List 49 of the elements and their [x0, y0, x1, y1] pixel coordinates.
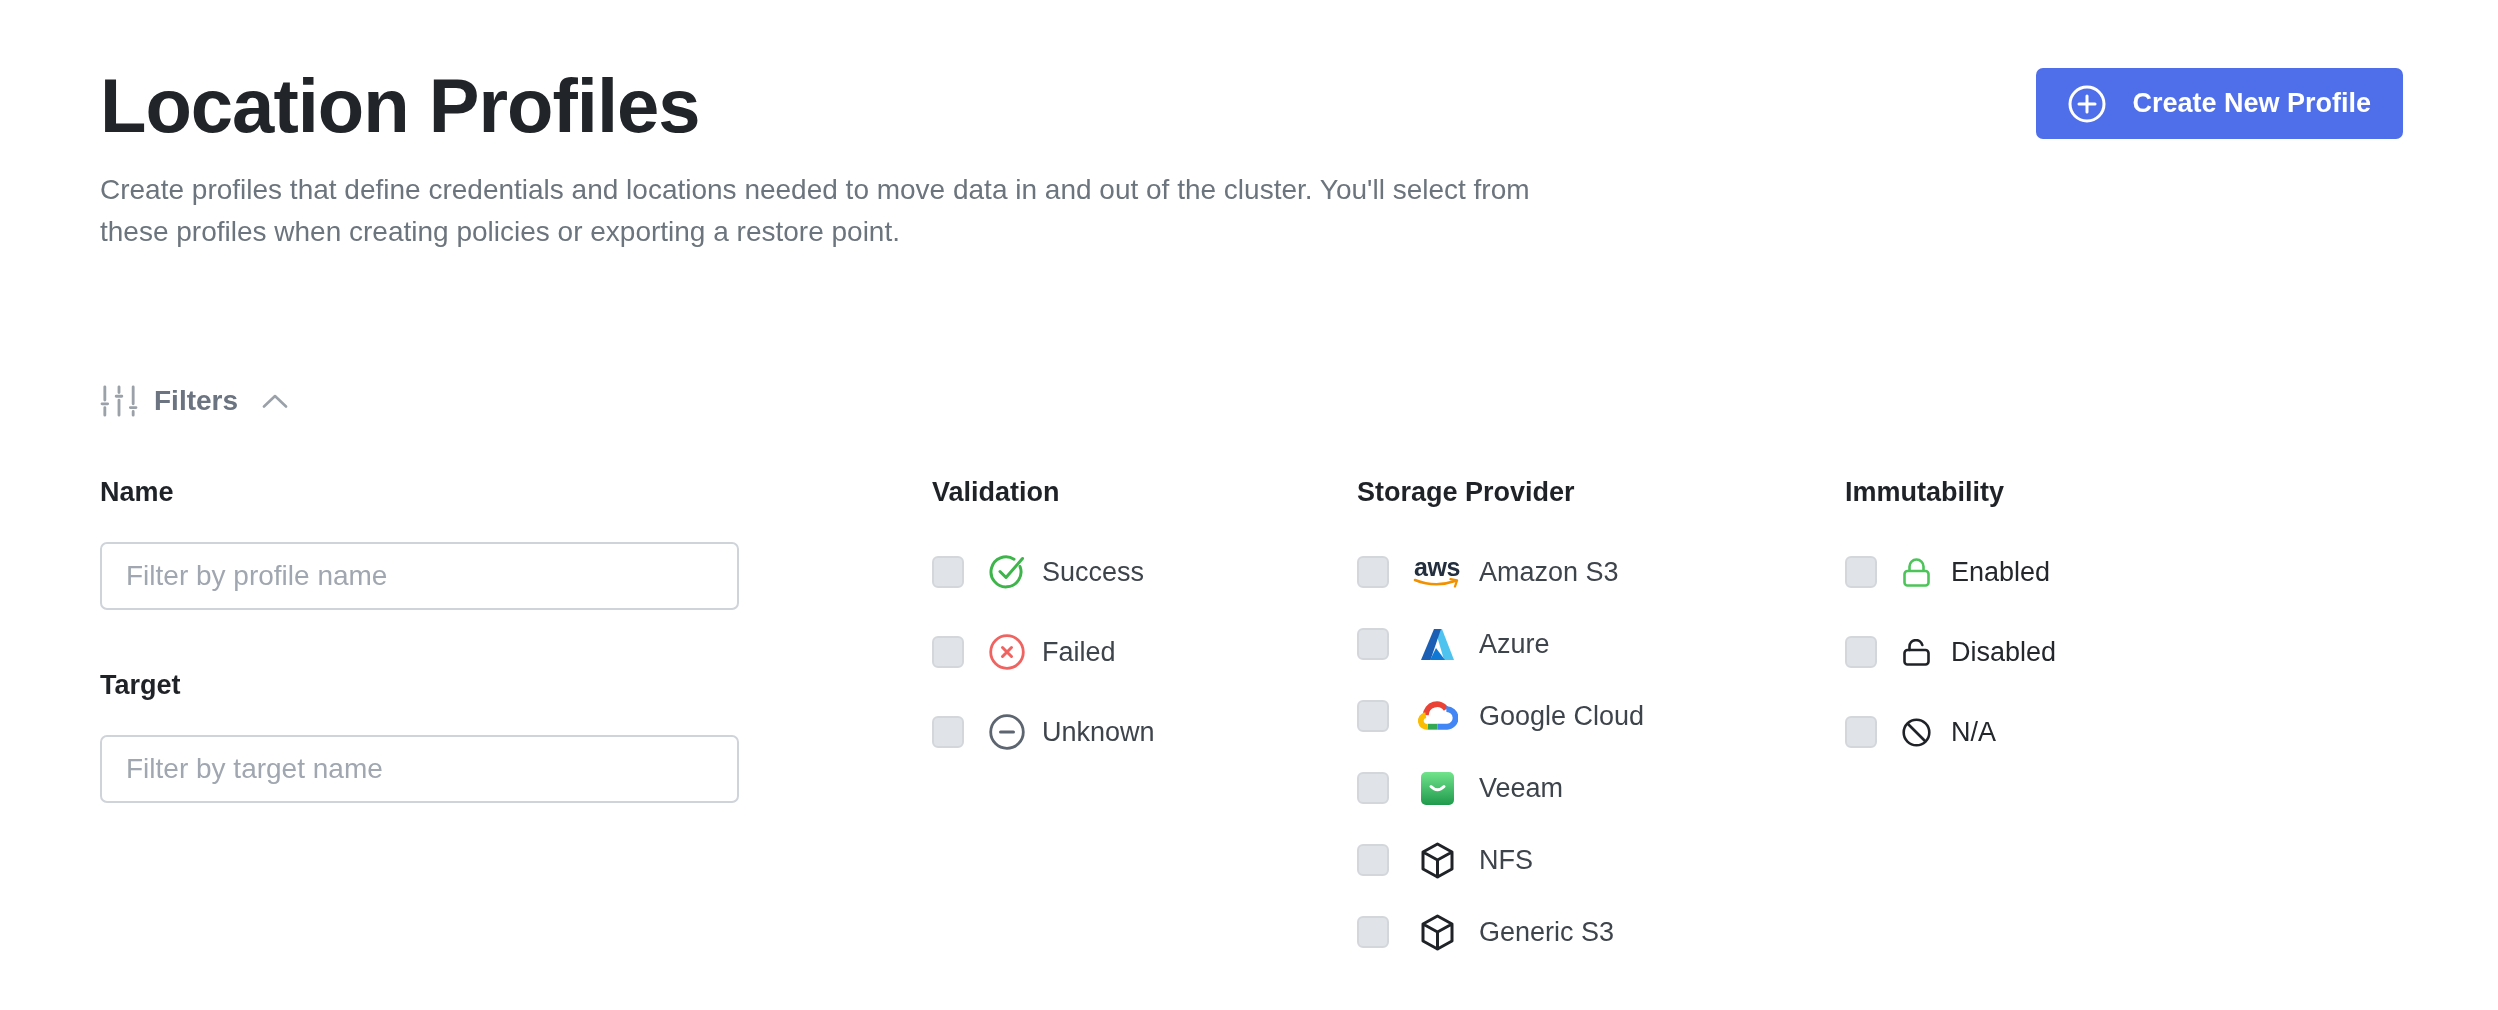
unlock-icon: [1902, 638, 1930, 666]
option-label: NFS: [1479, 844, 1533, 877]
checkbox[interactable]: [1357, 844, 1389, 876]
option-label: Success: [1042, 556, 1145, 589]
sliders-icon: [100, 384, 138, 418]
filters-toggle[interactable]: Filters: [100, 381, 289, 421]
create-profile-button[interactable]: Create New Profile: [2036, 68, 2403, 139]
option-label: Disabled: [1951, 636, 2057, 669]
checkbox[interactable]: [932, 556, 964, 588]
prohibited-icon: [1901, 717, 1931, 747]
checkbox[interactable]: [932, 716, 964, 748]
filter-group-title: Storage Provider: [1357, 476, 1576, 509]
option-label: Azure: [1479, 628, 1550, 661]
option-label: Veeam: [1479, 772, 1564, 805]
filter-group-title: Immutability: [1845, 476, 2006, 509]
input-field[interactable]: Filter by profile name: [100, 542, 739, 610]
page-title: Location Profiles: [100, 68, 701, 144]
cube-icon: [1419, 841, 1455, 879]
option-label: N/A: [1951, 716, 1996, 749]
azure-logo-icon: [1420, 628, 1454, 660]
veeam-logo-icon: [1420, 771, 1454, 805]
checkbox[interactable]: [1357, 916, 1389, 948]
minus-circle-icon: [989, 714, 1025, 750]
checkbox[interactable]: [1357, 772, 1389, 804]
input-field[interactable]: Filter by target name: [100, 735, 739, 803]
aws-logo: aws: [1413, 556, 1461, 588]
option-label: Google Cloud: [1479, 700, 1645, 733]
option-label: Amazon S3: [1479, 556, 1619, 589]
option-label: Generic S3: [1479, 916, 1615, 949]
checkbox[interactable]: [1845, 636, 1877, 668]
check-circle-icon: [989, 554, 1025, 590]
option-label: Failed: [1042, 636, 1116, 669]
option-label: Enabled: [1951, 556, 2051, 589]
plus-circle-icon: [2068, 84, 2107, 123]
checkbox[interactable]: [1845, 556, 1877, 588]
page-description: Create profiles that define credentials and locations needed to move data in and out of the cluster. You'll select from these profiles when creating policies or exporting a restore point.: [100, 173, 1531, 249]
checkbox[interactable]: [1357, 556, 1389, 588]
lock-icon: [1902, 557, 1930, 587]
filter-group-title: Validation: [932, 476, 1061, 509]
cube-icon: [1419, 913, 1455, 951]
checkbox[interactable]: [1845, 716, 1877, 748]
field-label: Name: [100, 476, 175, 509]
checkbox[interactable]: [1357, 628, 1389, 660]
x-circle-icon: [989, 634, 1025, 670]
checkbox[interactable]: [1357, 700, 1389, 732]
option-label: Unknown: [1042, 716, 1155, 749]
google-cloud-logo-icon: [1416, 700, 1458, 732]
field-label: Target: [100, 669, 182, 702]
checkbox[interactable]: [932, 636, 964, 668]
